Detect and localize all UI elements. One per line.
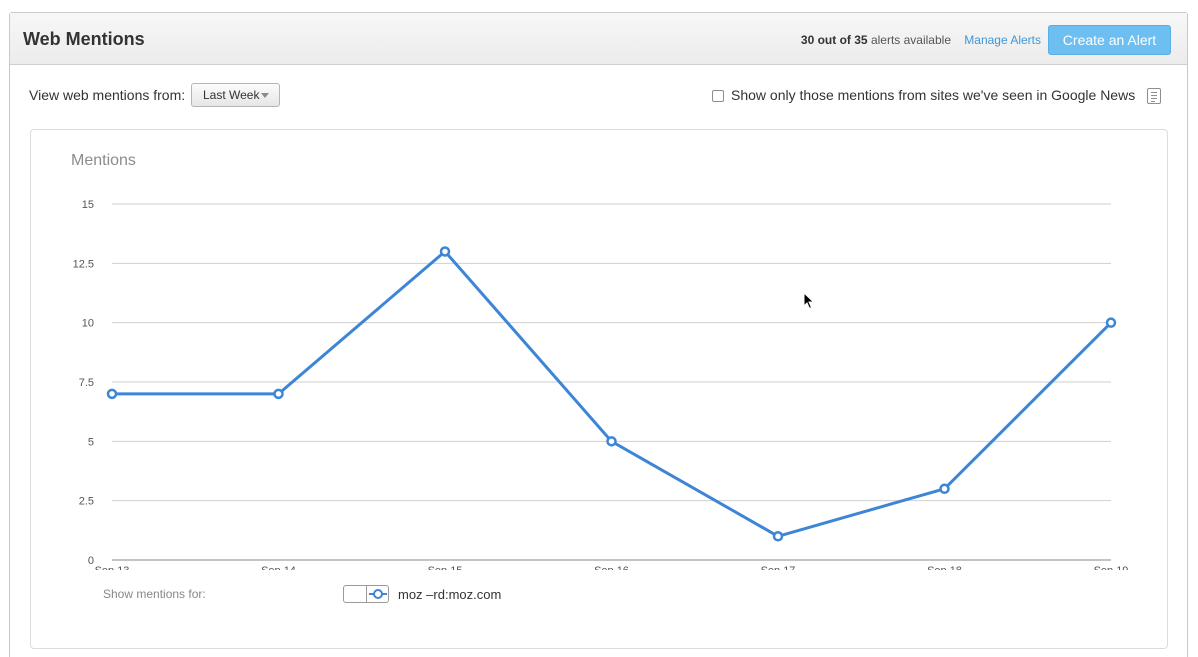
news-icon <box>1147 88 1161 104</box>
series-marker-icon <box>369 589 387 599</box>
data-point <box>1105 317 1117 328</box>
mentions-chart: 0 2.5 5 7.5 10 12.5 15 Sep 13 Sep 14 Sep 15 Sep 16… <box>73 199 1129 570</box>
y-tick-label: 7.5 <box>79 377 94 389</box>
x-tick-label: Sep 13 <box>95 565 130 570</box>
y-tick-label: 0 <box>88 555 94 567</box>
legend-series-name: moz –rd:moz.com <box>398 587 502 602</box>
series-toggle[interactable] <box>343 585 389 603</box>
mouse-pointer-icon <box>803 292 815 310</box>
chart-container: Mentions 02.557.51012.515Sep 13Sep 14Sep… <box>30 129 1168 649</box>
x-tick-label: Sep 14 <box>261 565 296 570</box>
alerts-available-text: 30 out of 35 alerts available <box>801 33 951 47</box>
legend-show-label: Show mentions for: <box>103 587 206 601</box>
google-news-label[interactable]: Show only those mentions from sites we'v… <box>731 87 1135 103</box>
y-tick-label: 12.5 <box>73 258 94 270</box>
y-tick-label: 10 <box>82 318 94 330</box>
time-range-value: Last Week <box>203 88 260 102</box>
page-title: Web Mentions <box>23 29 145 49</box>
alerts-suffix: alerts available <box>867 33 951 47</box>
data-point <box>439 246 451 257</box>
series-line <box>112 249 1113 538</box>
caret-down-icon <box>261 93 269 98</box>
panel-header: Web Mentions 30 out of 35 alerts availab… <box>10 13 1187 65</box>
data-point <box>939 483 950 495</box>
x-tick-label: Sep 16 <box>594 565 629 570</box>
x-tick-label: Sep 17 <box>761 565 796 570</box>
time-range-dropdown[interactable]: Last Week <box>191 83 280 107</box>
x-tick-label: Sep 19 <box>1094 565 1129 570</box>
alerts-count: 30 out of 35 <box>800 33 868 47</box>
web-mentions-panel: Web Mentions 30 out of 35 alerts availab… <box>9 12 1188 657</box>
google-news-checkbox[interactable] <box>712 90 724 102</box>
data-point <box>772 531 784 542</box>
y-tick-label: 5 <box>88 436 94 448</box>
y-tick-label: 15 <box>82 199 94 211</box>
data-point <box>606 436 617 447</box>
y-tick-label: 2.5 <box>79 496 94 508</box>
view-mentions-label: View web mentions from: <box>29 87 186 103</box>
x-tick-label: Sep 15 <box>428 565 463 570</box>
manage-alerts-link[interactable]: Manage Alerts <box>964 33 1041 47</box>
data-point <box>106 388 118 400</box>
x-tick-label: Sep 18 <box>927 565 962 570</box>
data-point <box>273 388 284 400</box>
create-alert-button[interactable]: Create an Alert <box>1048 25 1171 55</box>
